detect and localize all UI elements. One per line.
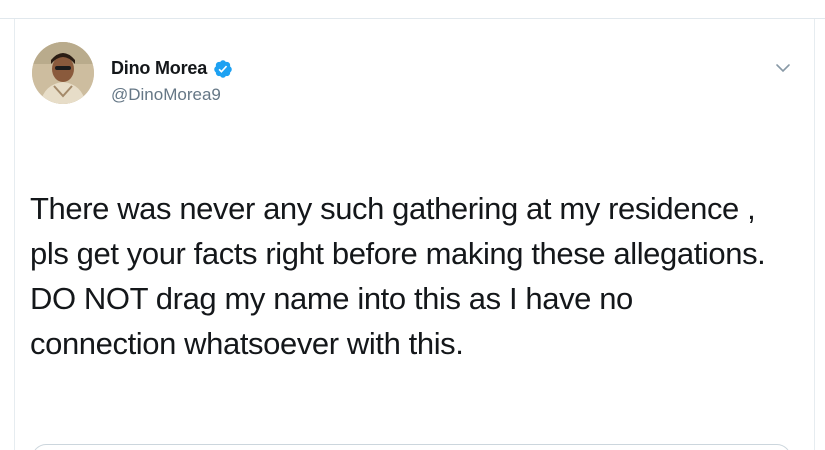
tweet-text: There was never any such gathering at my…: [30, 186, 800, 366]
tweet-text-line: connection whatsoever with this.: [30, 326, 464, 361]
tweet-screenshot: Dino Morea @DinoMorea9 There was never a…: [0, 0, 825, 450]
chevron-down-icon[interactable]: [771, 58, 795, 78]
tweet-text-line: DO NOT drag my name into this as I have …: [30, 281, 633, 316]
avatar-image: [32, 42, 94, 104]
tweet-text-line: pls get your facts right before making t…: [30, 236, 766, 271]
tweet-text-line: There was never any such gathering at my…: [30, 191, 756, 226]
verified-badge-icon: [213, 59, 233, 79]
quoted-card-edge[interactable]: [32, 444, 791, 450]
avatar[interactable]: [32, 42, 94, 104]
author-display-name[interactable]: Dino Morea: [111, 58, 207, 79]
author-handle[interactable]: @DinoMorea9: [111, 85, 221, 105]
author-name-row: Dino Morea: [111, 58, 233, 79]
